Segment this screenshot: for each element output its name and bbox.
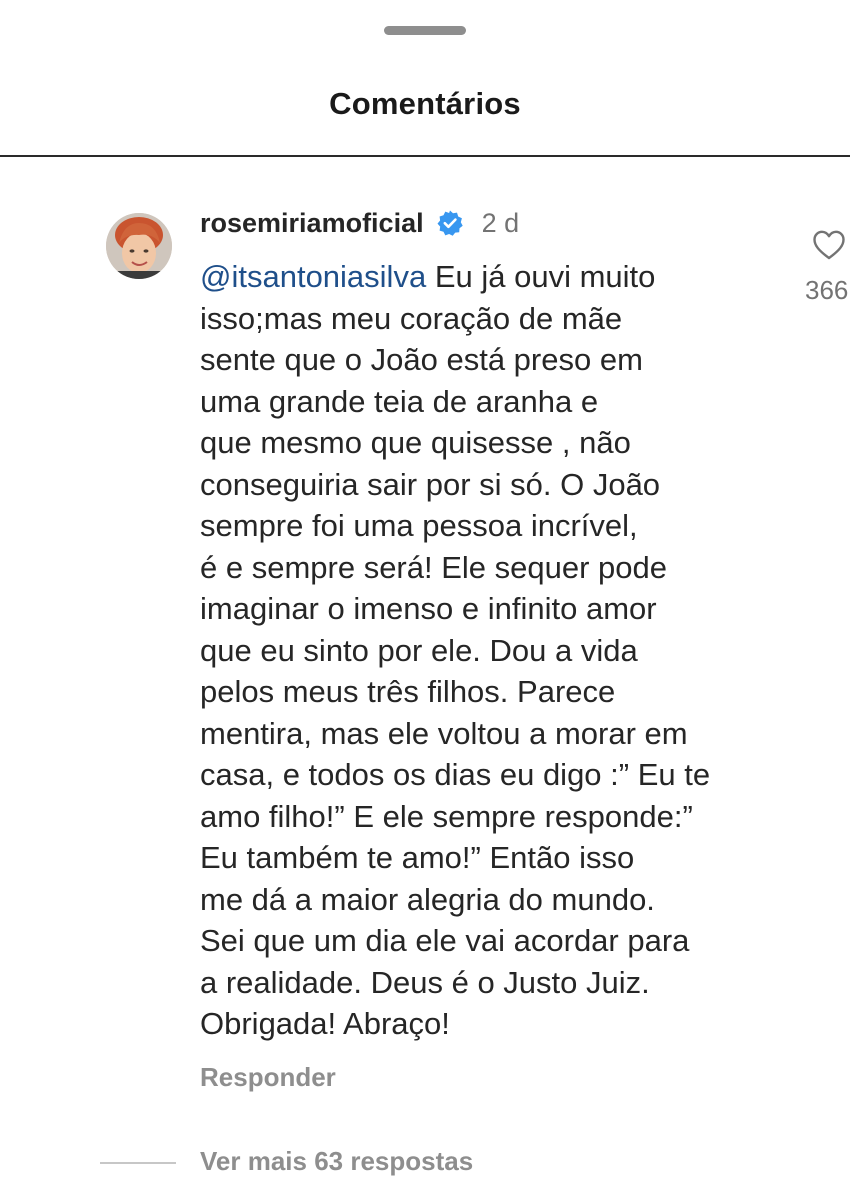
sheet-drag-handle[interactable] xyxy=(384,26,466,35)
like-count: 366 xyxy=(805,275,849,305)
heart-outline-icon[interactable] xyxy=(812,229,846,261)
avatar[interactable] xyxy=(106,213,172,279)
comment-header: rosemiriamoficial 2 d xyxy=(200,203,519,243)
comment-line: sente que o João está preso em xyxy=(200,342,643,377)
page-title: Comentários xyxy=(329,86,521,121)
comment-line: me dá a maior alegria do mundo. xyxy=(200,881,655,917)
comment-line: amo filho!” E ele sempre responde:” xyxy=(200,798,693,834)
comment-line: conseguiria sair por si só. O João xyxy=(200,466,661,502)
comment-line: que mesmo que quisesse , não xyxy=(200,425,631,460)
comment-line: que eu sinto por ele. Dou a vida xyxy=(200,632,638,668)
header-divider xyxy=(0,155,850,157)
comment-line: imaginar o imenso e infinito amor xyxy=(200,591,657,626)
comment-mention[interactable]: @itsantoniasilva xyxy=(200,259,426,294)
comment-line: Eu já ouvi muito xyxy=(426,259,656,294)
comment-username[interactable]: rosemiriamoficial xyxy=(200,208,424,239)
comment-line: sempre foi uma pessoa incrível, xyxy=(200,508,638,543)
view-more-replies-button[interactable]: Ver mais 63 respostas xyxy=(200,1146,473,1177)
reply-button[interactable]: Responder xyxy=(200,1062,336,1093)
comment-line: Sei que um dia ele vai acordar para xyxy=(200,923,690,958)
comment-timestamp: 2 d xyxy=(481,207,520,238)
verified-badge-icon xyxy=(436,209,464,237)
comment-line: uma grande teia de aranha e xyxy=(200,383,599,419)
comment-line: pelos meus três filhos. Parece xyxy=(200,674,616,709)
comment-line: isso;mas meu coração de mãe xyxy=(200,300,623,336)
comment-line: a realidade. Deus é o Justo Juiz. xyxy=(200,964,650,1000)
comment-line: casa, e todos os dias eu digo :” Eu te xyxy=(200,757,711,792)
comment-line: Obrigada! Abraço! xyxy=(200,1006,450,1041)
comment-line: mentira, mas ele voltou a morar em xyxy=(200,715,688,751)
replies-divider-line xyxy=(100,1162,176,1164)
comment-line: é e sempre será! Ele sequer pode xyxy=(200,549,667,585)
comment-text: @itsantoniasilva Eu já ouvi muito isso;m… xyxy=(200,256,800,1045)
comment-line: Eu também te amo!” Então isso xyxy=(200,840,635,875)
